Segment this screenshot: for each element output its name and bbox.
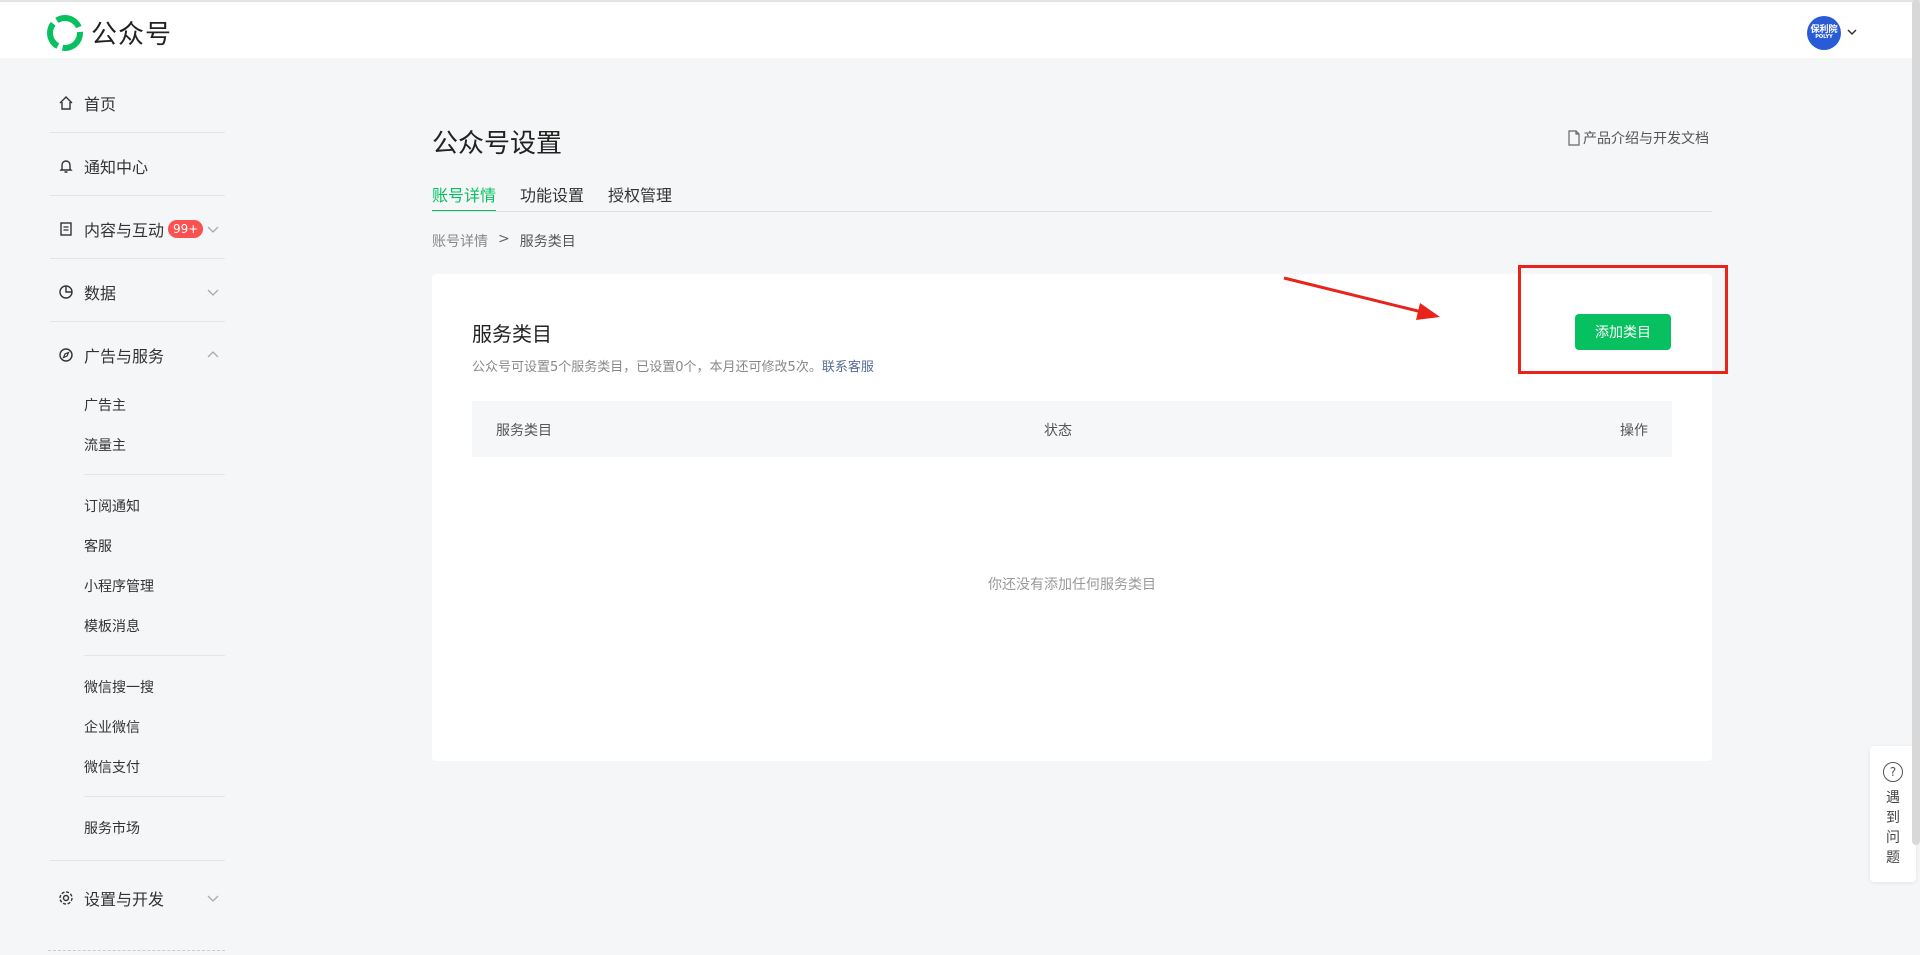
compass-icon (56, 345, 76, 365)
column-header-actions: 操作 (1620, 423, 1648, 439)
gear-icon (56, 888, 76, 908)
sidebar-item-label: 广告与服务 (84, 347, 165, 366)
breadcrumb-separator: > (498, 231, 510, 247)
breadcrumb-parent[interactable]: 账号详情 (432, 231, 488, 251)
sidebar-item-content[interactable]: 内容与互动 99+ (50, 198, 225, 260)
sidebar-subitem-advertiser[interactable]: 广告主 (84, 395, 126, 415)
empty-state-text: 你还没有添加任何服务类目 (988, 577, 1156, 593)
card-description-text: 公众号可设置5个服务类目，已设置0个，本月还可修改5次。 (472, 360, 822, 375)
annotation-arrow (1283, 276, 1440, 320)
sidebar-subitem-mini-program[interactable]: 小程序管理 (84, 576, 154, 596)
sidebar-subitem-wechat-pay[interactable]: 微信支付 (84, 757, 140, 777)
sidebar-subitem-publisher[interactable]: 流量主 (84, 435, 126, 455)
sidebar-bottom-border (48, 950, 225, 955)
wechat-logo-icon (47, 14, 83, 51)
chevron-down-icon (207, 226, 219, 233)
bell-icon (56, 156, 76, 176)
sidebar-item-label: 设置与开发 (84, 890, 165, 909)
tab-feature-settings[interactable]: 功能设置 (520, 182, 584, 212)
sidebar-subitem-customer-service[interactable]: 客服 (84, 536, 112, 556)
sidebar-item-home[interactable]: 首页 (50, 72, 225, 134)
sidebar-item-label: 通知中心 (84, 158, 149, 177)
notification-badge: 99+ (168, 220, 204, 238)
sidebar-divider (84, 796, 225, 797)
tabs-divider (432, 211, 1712, 212)
sidebar-item-ads-services[interactable]: 广告与服务 (50, 324, 225, 386)
tab-account-details[interactable]: 账号详情 (432, 182, 497, 212)
sidebar-divider (84, 655, 225, 656)
chevron-down-icon (207, 289, 219, 296)
sidebar-subitem-service-market[interactable]: 服务市场 (84, 818, 140, 838)
help-label: 遇到问题 (1886, 790, 1900, 866)
annotation-highlight-box (1518, 265, 1728, 374)
sidebar-divider (50, 860, 225, 861)
tab-bar: 账号详情 功能设置 授权管理 (432, 182, 696, 212)
scrollbar[interactable] (1912, 0, 1920, 845)
sidebar-item-notifications[interactable]: 通知中心 (50, 135, 225, 197)
chevron-up-icon (207, 351, 219, 358)
sidebar: 首页 通知中心 内容与互动 99+ 数据 广告与服务 广告主 流量主 订阅通知 … (0, 58, 240, 955)
sidebar-subitem-wecom[interactable]: 企业微信 (84, 717, 140, 737)
question-icon: ? (1883, 762, 1903, 782)
column-header-category: 服务类目 (496, 423, 552, 439)
sidebar-item-label: 内容与互动 (84, 221, 165, 240)
breadcrumb-current: 服务类目 (519, 234, 576, 250)
file-icon (1568, 130, 1580, 146)
page-title: 公众号设置 (432, 129, 563, 159)
sidebar-divider (84, 474, 225, 475)
sidebar-divider (50, 195, 225, 196)
sidebar-subitem-template-message[interactable]: 模板消息 (84, 616, 140, 636)
help-widget[interactable]: ? 遇到问题 (1870, 746, 1916, 882)
top-bar: 公众号 保利院 POLYY (0, 0, 1920, 58)
sidebar-item-settings-dev[interactable]: 设置与开发 (50, 867, 225, 929)
doc-link-label: 产品介绍与开发文档 (1583, 131, 1709, 147)
sidebar-item-data[interactable]: 数据 (50, 261, 225, 323)
tab-authorization[interactable]: 授权管理 (608, 182, 672, 212)
avatar[interactable]: 保利院 POLYY (1807, 16, 1841, 50)
logo-text: 公众号 (91, 20, 173, 50)
pie-chart-icon (56, 282, 76, 302)
doc-link[interactable]: 产品介绍与开发文档 (1567, 128, 1709, 148)
table-header: 服务类目 状态 操作 (472, 401, 1672, 457)
sidebar-divider (50, 258, 225, 259)
document-icon (56, 219, 76, 239)
sidebar-item-label: 首页 (84, 95, 117, 114)
card-description: 公众号可设置5个服务类目，已设置0个，本月还可修改5次。联系客服 (472, 356, 874, 375)
sidebar-divider (50, 132, 225, 133)
chevron-down-icon (207, 895, 219, 902)
sidebar-item-label: 数据 (84, 284, 117, 303)
sidebar-divider (50, 321, 225, 322)
chevron-down-icon[interactable] (1846, 26, 1858, 38)
card-title: 服务类目 (472, 322, 552, 346)
home-icon (56, 93, 76, 113)
avatar-subtext: POLYY (1815, 34, 1833, 40)
sidebar-subitem-subscription-notice[interactable]: 订阅通知 (84, 496, 140, 516)
sidebar-subitem-wechat-search[interactable]: 微信搜一搜 (84, 677, 154, 697)
contact-support-link[interactable]: 联系客服 (822, 360, 874, 375)
logo[interactable]: 公众号 (47, 14, 172, 51)
column-header-status: 状态 (1044, 423, 1072, 439)
breadcrumb: 账号详情 > 服务类目 (432, 231, 576, 251)
